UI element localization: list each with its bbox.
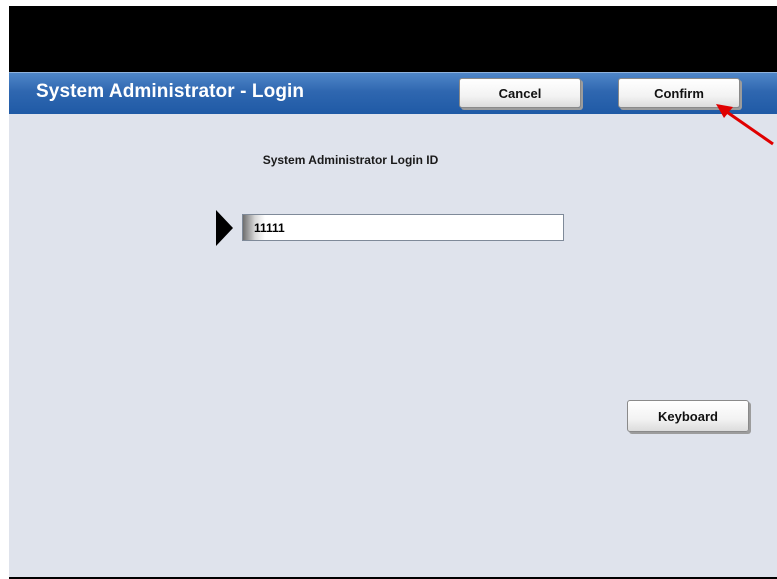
field-pointer-icon xyxy=(216,210,233,246)
page-title: System Administrator - Login xyxy=(36,81,305,102)
login-id-label: System Administrator Login ID xyxy=(262,153,439,167)
keyboard-button[interactable]: Keyboard xyxy=(627,400,749,432)
confirm-button[interactable]: Confirm xyxy=(618,78,740,108)
device-screen-frame: System Administrator - Login Cancel Conf… xyxy=(9,6,777,579)
login-id-input[interactable]: 11111 xyxy=(242,214,564,241)
screen-body xyxy=(9,72,777,577)
cancel-button[interactable]: Cancel xyxy=(459,78,581,108)
